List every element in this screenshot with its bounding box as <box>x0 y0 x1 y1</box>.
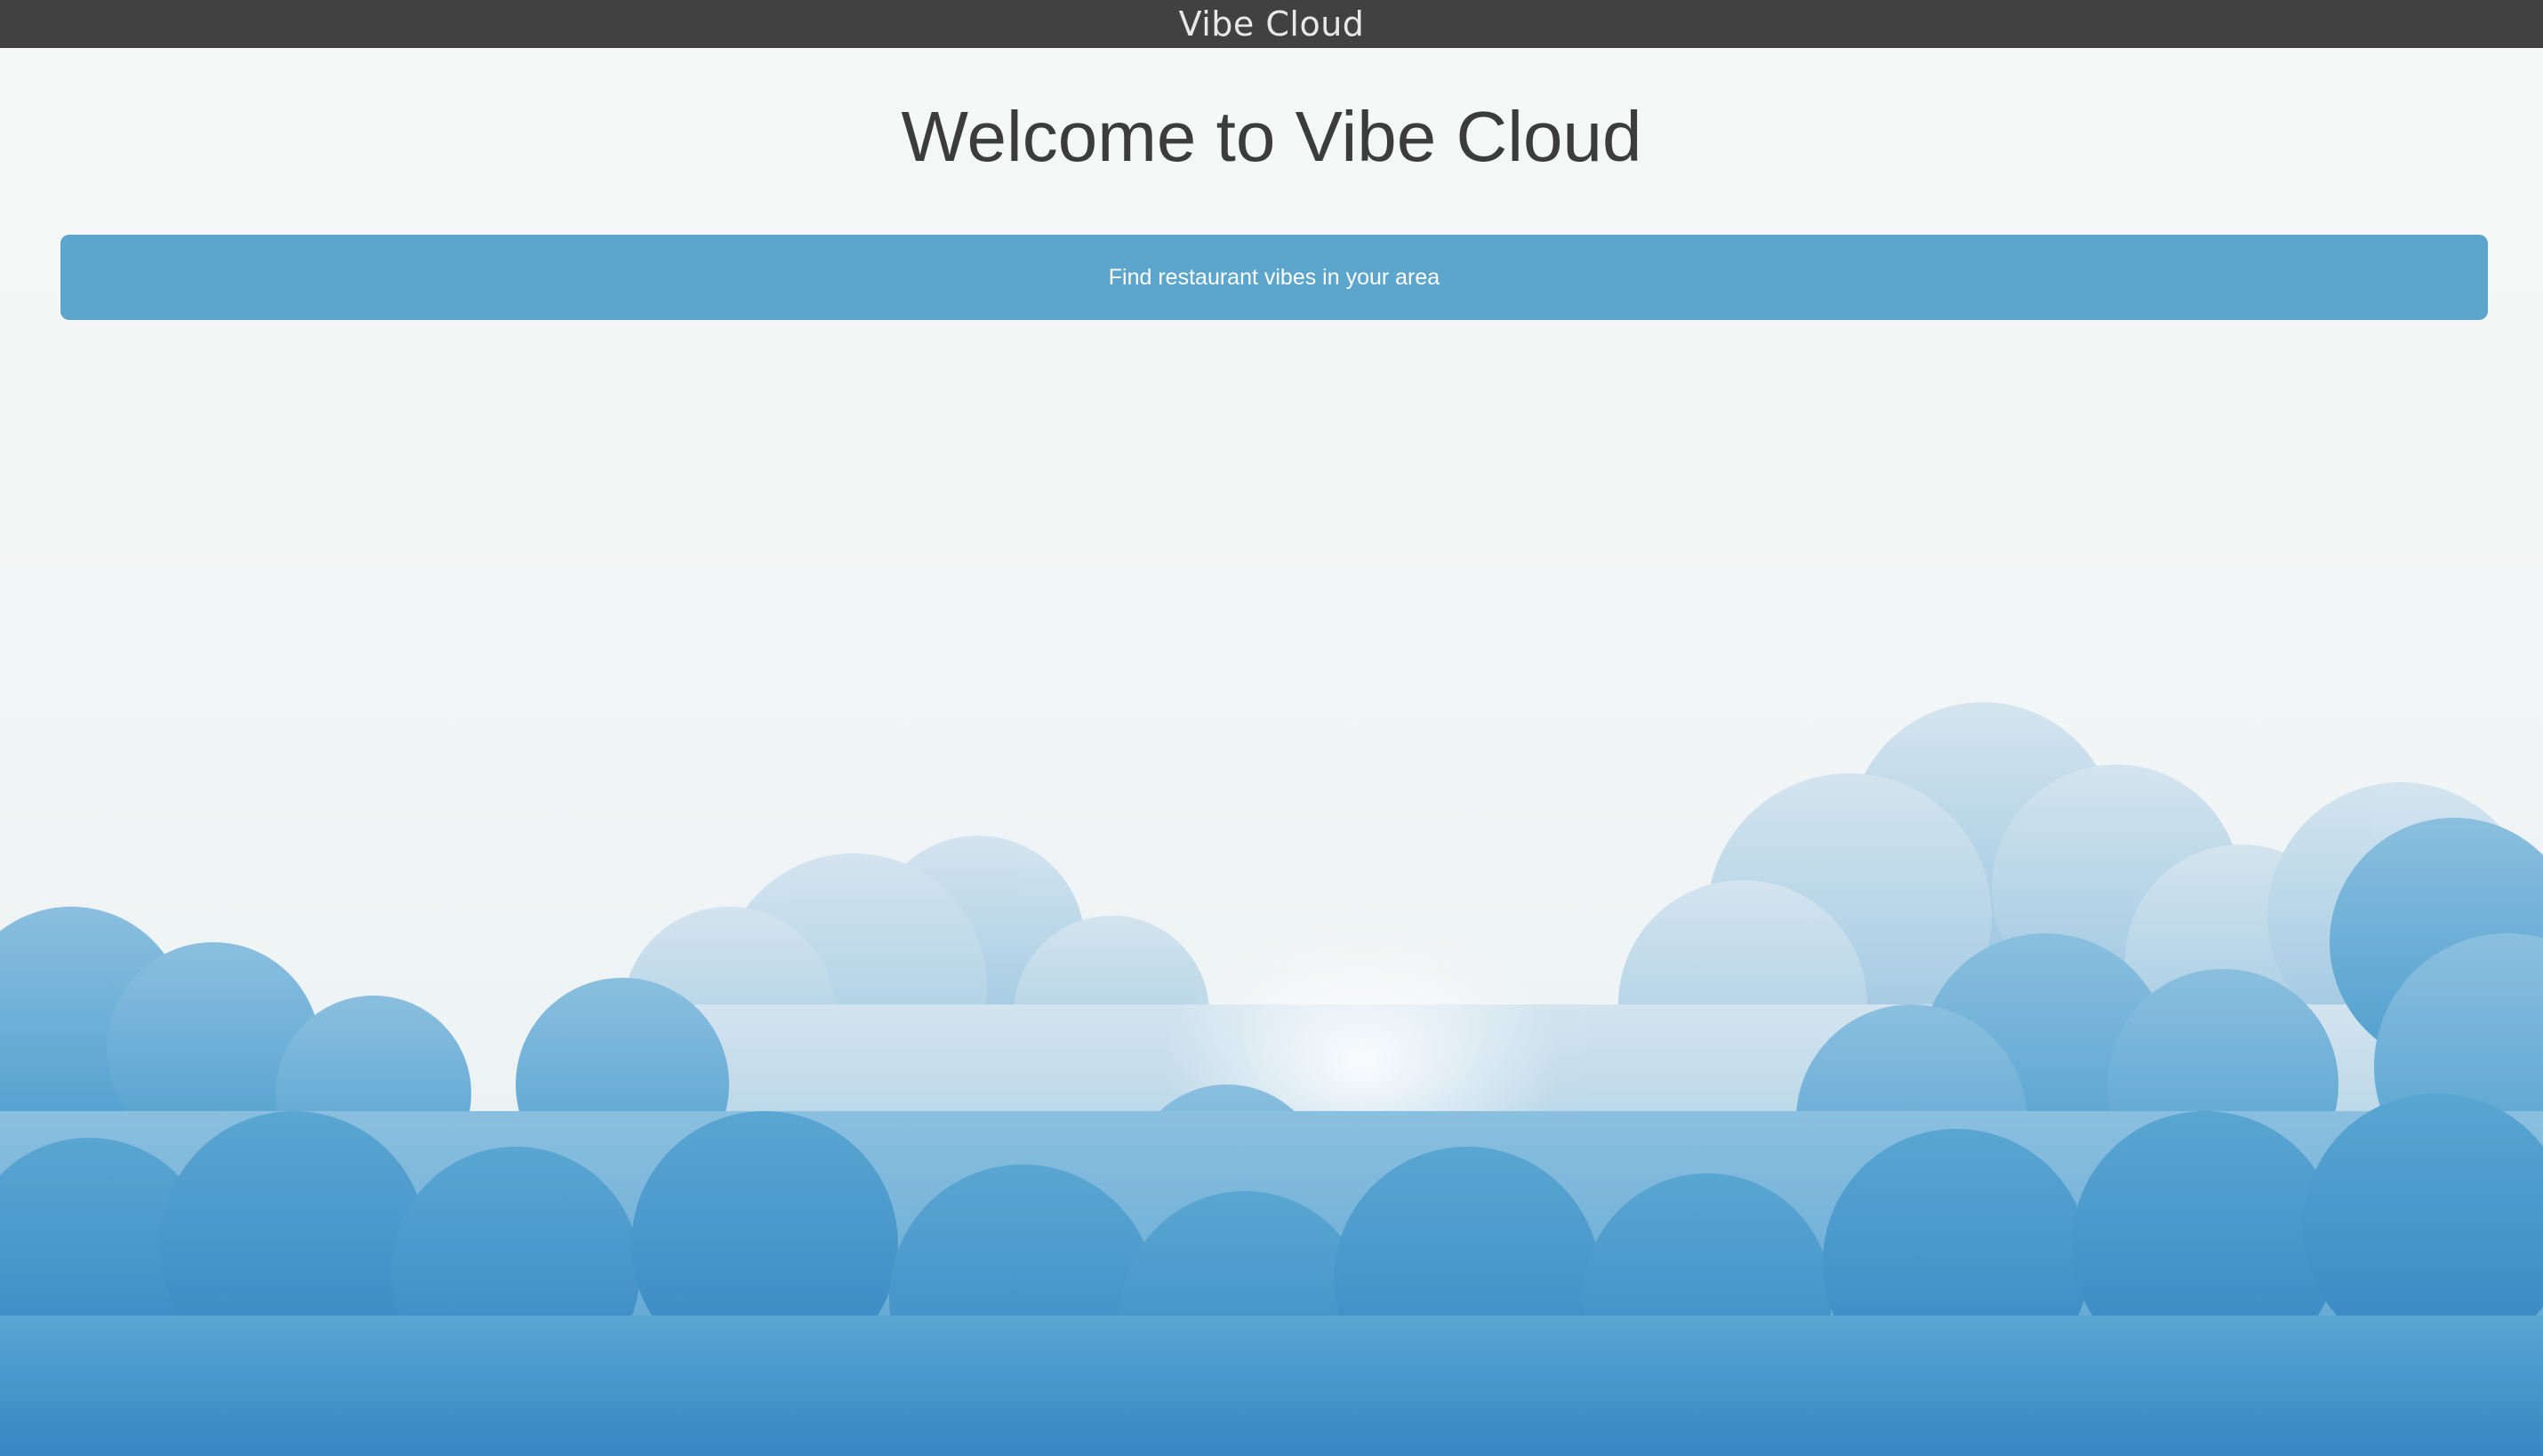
main-content: Welcome to Vibe Cloud Find restaurant vi… <box>0 48 2543 320</box>
app-title: Vibe Cloud <box>1178 4 1365 44</box>
top-bar: Vibe Cloud <box>0 0 2543 48</box>
page-title: Welcome to Vibe Cloud <box>901 97 1642 176</box>
sky-clouds-background <box>0 0 2543 1456</box>
find-restaurant-vibes-button[interactable]: Find restaurant vibes in your area <box>60 235 2488 320</box>
page: Vibe Cloud Welcome to Vibe Cloud Find re… <box>0 0 2543 1456</box>
